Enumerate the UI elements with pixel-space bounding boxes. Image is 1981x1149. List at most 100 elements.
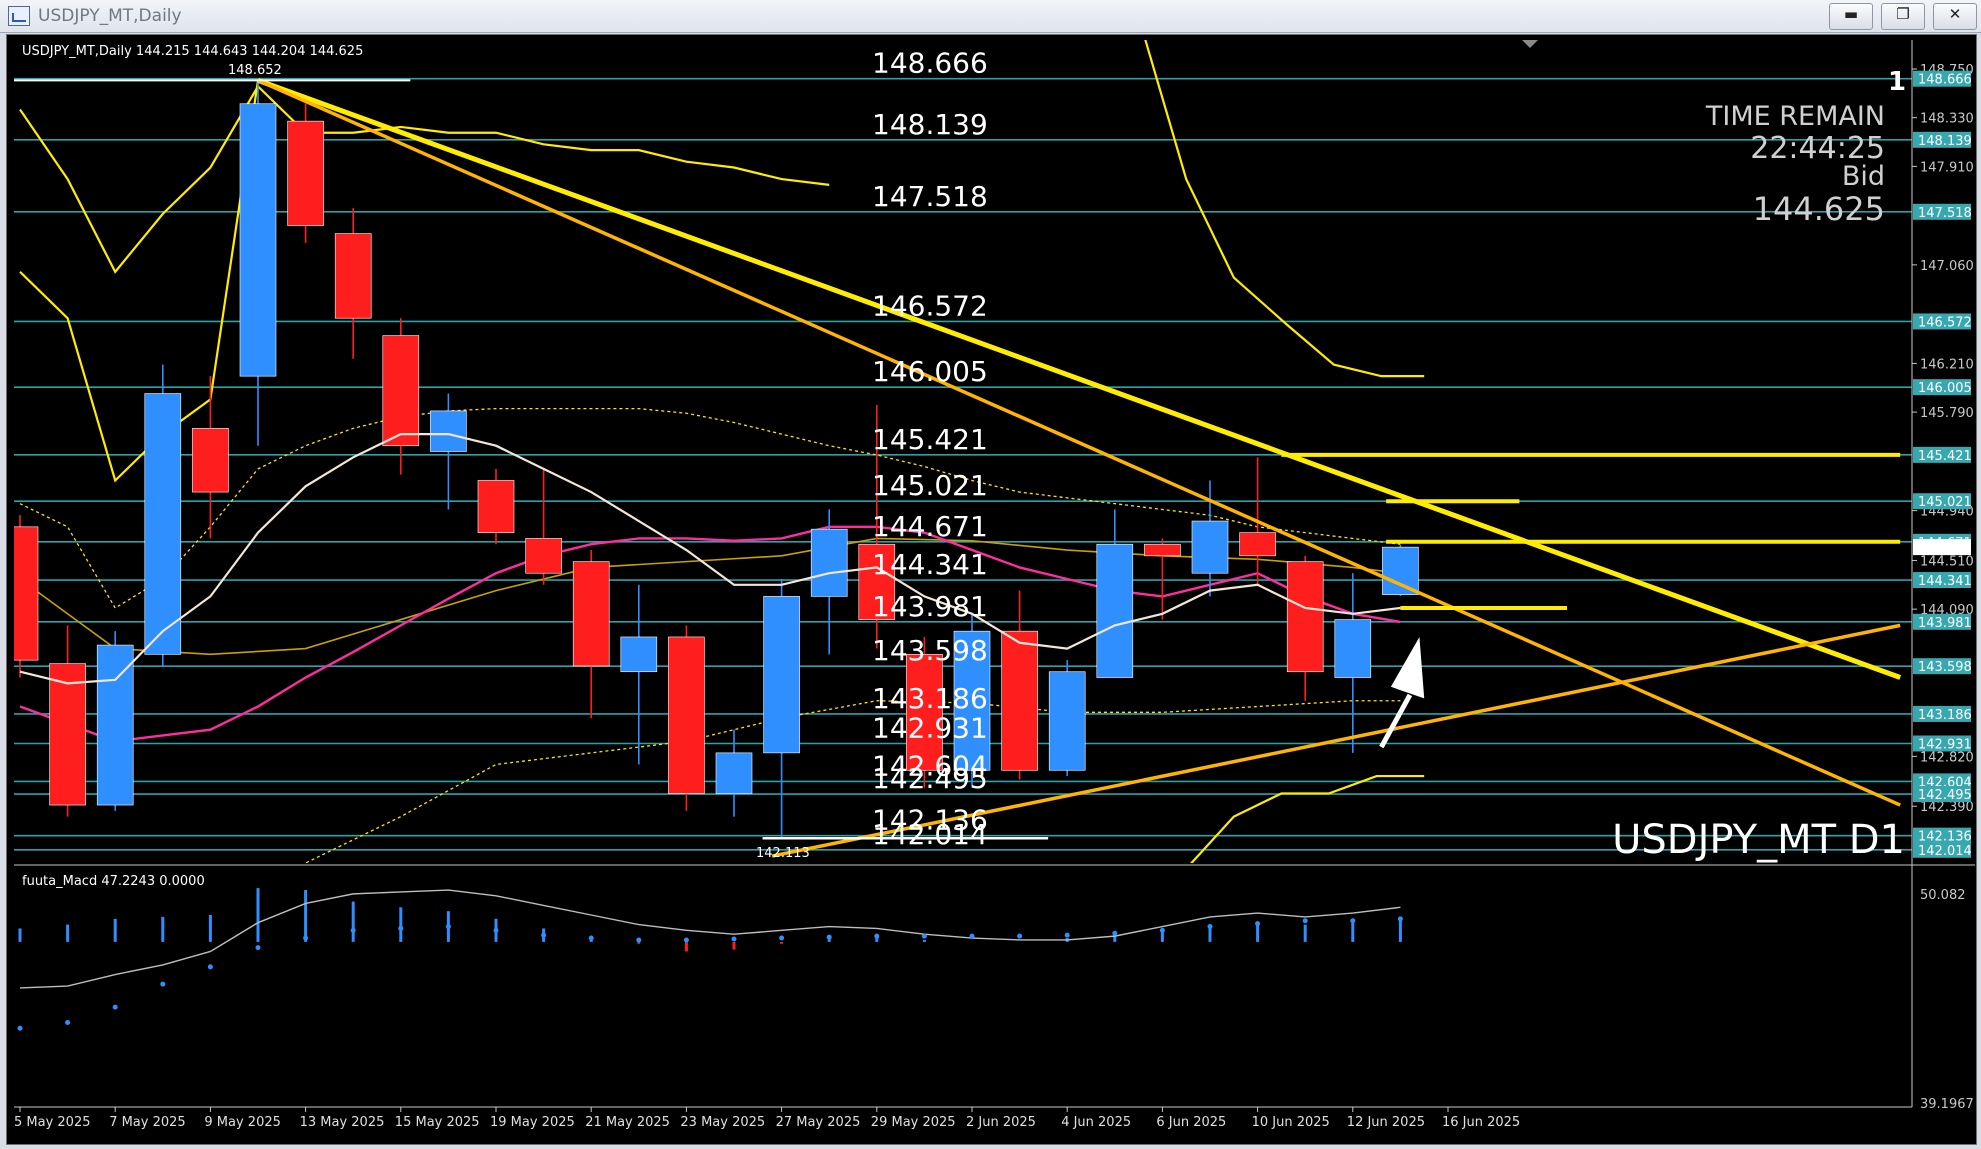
level-price-tag-label: 145.021 — [1918, 495, 1972, 510]
macd-signal-dot — [1017, 933, 1023, 939]
candle-body — [525, 538, 562, 574]
level-price-tag-label: 146.005 — [1918, 381, 1972, 396]
candle-body — [572, 561, 610, 667]
macd-signal-dot — [683, 937, 689, 943]
candle-body — [287, 120, 324, 226]
macd-signal-dot — [255, 945, 261, 951]
level-price-tag-label: 148.666 — [1918, 73, 1972, 88]
x-axis-date-label: 23 May 2025 — [680, 1115, 765, 1130]
shift-marker-icon — [1522, 40, 1538, 48]
low-price-label: 142.113 — [756, 846, 810, 861]
macd-signal-dot — [731, 936, 737, 942]
macd-signal-dot — [588, 935, 594, 941]
macd-signal-dot — [160, 981, 166, 987]
y-axis-tick-label: 147.910 — [1920, 160, 1974, 175]
macd-signal-dot — [207, 964, 213, 970]
macd-header-text: fuuta_Macd 47.2243 0.0000 — [22, 874, 205, 889]
x-axis-date-label: 12 Jun 2025 — [1347, 1115, 1425, 1130]
x-axis-date-label: 5 May 2025 — [14, 1115, 91, 1130]
level-price-tag-label: 146.572 — [1918, 315, 1972, 330]
candle-body — [477, 480, 515, 533]
level-label: 147.518 — [872, 180, 988, 213]
candle-body — [668, 636, 705, 794]
x-axis-date-label: 9 May 2025 — [204, 1115, 281, 1130]
x-axis-date-label: 16 Jun 2025 — [1442, 1115, 1520, 1130]
level-label: 145.421 — [872, 423, 988, 456]
macd-signal-dot — [636, 937, 642, 943]
bid-price-tag — [1913, 539, 1971, 556]
candle-body — [1144, 543, 1181, 557]
y-axis-tick-label: 145.790 — [1920, 406, 1974, 421]
x-axis-date-label: 6 Jun 2025 — [1156, 1115, 1226, 1130]
level-label: 146.572 — [872, 289, 988, 322]
level-label: 142.014 — [872, 818, 988, 851]
x-axis-date-label: 7 May 2025 — [109, 1115, 186, 1130]
level-price-tag-label: 142.931 — [1918, 737, 1972, 752]
macd-axis-tick-label: 39.1967 — [1920, 1097, 1974, 1112]
level-price-tag-label: 148.139 — [1918, 134, 1972, 149]
level-label: 144.671 — [872, 510, 988, 543]
macd-signal-dot — [1255, 921, 1261, 927]
macd-line — [19, 889, 1401, 989]
symbol-watermark: USDJPY_MT D1 — [1612, 817, 1905, 863]
level-label: 142.495 — [872, 762, 988, 795]
macd-signal-dot — [398, 925, 404, 931]
candle-body — [1286, 561, 1324, 673]
macd-signal-dot — [969, 933, 975, 939]
candle-body — [334, 233, 372, 319]
y-axis-tick-label: 147.060 — [1920, 259, 1974, 274]
candle-body — [1001, 630, 1038, 771]
macd-signal-dot — [779, 935, 785, 941]
x-axis-date-label: 21 May 2025 — [585, 1115, 670, 1130]
time-remain-label: TIME REMAIN — [1705, 101, 1885, 132]
macd-signal-dot — [1397, 916, 1403, 922]
outer-band-line — [1144, 40, 1425, 378]
lower-band-line — [1189, 774, 1425, 863]
x-axis-date-label: 2 Jun 2025 — [966, 1115, 1036, 1130]
level-price-tag-label: 143.186 — [1918, 708, 1972, 723]
candle-body — [14, 526, 39, 661]
x-axis-date-label: 4 Jun 2025 — [1061, 1115, 1131, 1130]
macd-signal-dot — [1207, 924, 1213, 930]
level-label: 148.666 — [872, 47, 988, 80]
macd-axis-tick-label: 50.082 — [1920, 888, 1966, 903]
level-label: 148.139 — [872, 108, 988, 141]
candle-body — [239, 103, 277, 377]
macd-signal-dot — [112, 1004, 118, 1010]
macd-signal-dot — [17, 1025, 23, 1031]
x-axis-date-label: 27 May 2025 — [776, 1115, 861, 1130]
level-label: 142.931 — [872, 711, 988, 744]
level-price-tag-label: 142.495 — [1918, 788, 1972, 803]
x-axis-date-label: 19 May 2025 — [490, 1115, 575, 1130]
candle-body — [192, 428, 229, 493]
candle-body — [1191, 520, 1229, 574]
macd-signal-dot — [826, 934, 832, 940]
macd-signal-dot — [493, 927, 499, 933]
candle-body — [382, 335, 420, 447]
level-label: 143.186 — [872, 682, 988, 715]
lower-dotted-ma-line — [303, 700, 1401, 863]
candle-body — [1096, 543, 1134, 678]
macd-signal-dot — [1159, 927, 1165, 933]
candle-body — [715, 752, 753, 794]
level-label: 146.005 — [872, 355, 988, 388]
price-chart-canvas[interactable]: 148.666 148.139 147.518 146.572 146.005 145.4… — [0, 0, 1981, 1149]
candle-body — [810, 528, 848, 597]
level-price-tag-label: 145.421 — [1918, 449, 1972, 464]
level-price-tag-label: 147.518 — [1918, 206, 1972, 221]
bid-label: Bid — [1842, 161, 1885, 192]
arrow-annotation-head — [1390, 636, 1425, 699]
macd-signal-dot — [1302, 918, 1308, 924]
macd-signal-dot — [1064, 932, 1070, 938]
level-price-tag-label: 142.014 — [1918, 844, 1972, 859]
candle-body — [1239, 532, 1276, 557]
level-price-tag-label: 144.341 — [1918, 574, 1972, 589]
y-axis-tick-label: 148.330 — [1920, 112, 1974, 127]
y-axis-tick-label: 146.210 — [1920, 357, 1974, 372]
x-axis-date-label: 13 May 2025 — [300, 1115, 385, 1130]
candle-body — [430, 410, 467, 452]
y-axis-tick-label: 144.510 — [1920, 554, 1974, 569]
x-axis-date-label: 29 May 2025 — [871, 1115, 956, 1130]
level-price-tag-label: 143.598 — [1918, 660, 1972, 675]
candle-body — [1382, 546, 1419, 595]
